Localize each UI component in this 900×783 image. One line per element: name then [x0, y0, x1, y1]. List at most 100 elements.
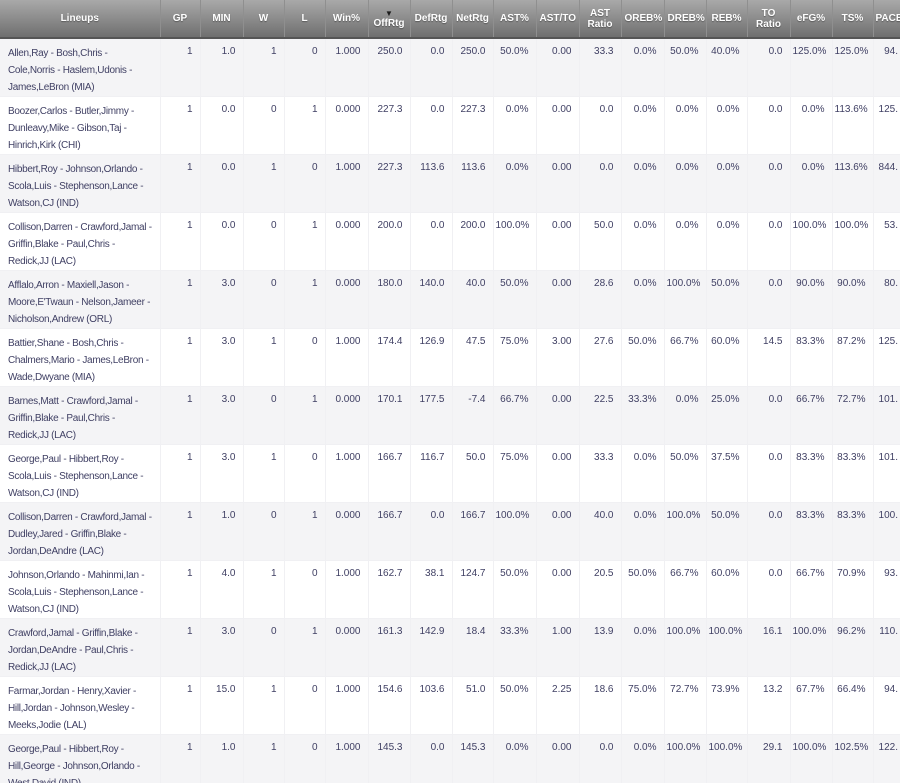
column-header-ast_ratio[interactable]: AST Ratio — [578, 0, 621, 39]
stat-cell-win_pct: 0.000 — [324, 386, 368, 445]
column-header-defrtg[interactable]: DefRtg — [409, 0, 452, 39]
column-header-gp[interactable]: GP — [159, 0, 200, 39]
stat-cell-ast_pct: 50.0% — [492, 560, 536, 619]
stat-cell-efg_pct: 100.0% — [789, 618, 832, 677]
stat-cell-offrtg: 166.7 — [367, 444, 410, 503]
stat-cell-gp: 1 — [159, 386, 200, 445]
stat-cell-min: 0.0 — [199, 212, 243, 271]
stat-cell-ts_pct: 83.3% — [831, 502, 873, 561]
stat-cell-dreb_pct: 50.0% — [663, 38, 706, 97]
column-header-efg_pct[interactable]: eFG% — [789, 0, 832, 39]
stat-cell-defrtg: 142.9 — [409, 618, 452, 677]
stat-cell-l: 1 — [283, 270, 325, 329]
table-row: Barnes,Matt - Crawford,Jamal - Griffin,B… — [0, 386, 900, 445]
stat-cell-ast_ratio: 40.0 — [578, 502, 621, 561]
stat-cell-w: 1 — [242, 676, 284, 735]
stat-cell-dreb_pct: 66.7% — [663, 328, 706, 387]
stat-cell-netrtg: 50.0 — [451, 444, 493, 503]
stat-cell-ast_to: 0.00 — [535, 386, 579, 445]
stat-cell-ast_to: 0.00 — [535, 444, 579, 503]
stat-cell-oreb_pct: 0.0% — [620, 154, 664, 213]
stat-cell-reb_pct: 50.0% — [705, 270, 747, 329]
column-header-min[interactable]: MIN — [199, 0, 243, 39]
stat-cell-w: 1 — [242, 328, 284, 387]
stat-cell-w: 0 — [242, 212, 284, 271]
column-header-to_ratio[interactable]: TO Ratio — [746, 0, 790, 39]
column-header-ts_pct[interactable]: TS% — [831, 0, 873, 39]
stat-cell-pace: 93. — [872, 560, 900, 619]
stat-cell-ast_to: 0.00 — [535, 154, 579, 213]
column-header-win_pct[interactable]: Win% — [324, 0, 368, 39]
stat-cell-pace: 122. — [872, 734, 900, 783]
stat-cell-netrtg: -7.4 — [451, 386, 493, 445]
stat-cell-to_ratio: 0.0 — [746, 444, 790, 503]
stat-cell-ast_to: 0.00 — [535, 270, 579, 329]
stat-cell-ts_pct: 70.9% — [831, 560, 873, 619]
stat-cell-defrtg: 177.5 — [409, 386, 452, 445]
column-header-dreb_pct[interactable]: DREB% — [663, 0, 706, 39]
stat-cell-w: 1 — [242, 444, 284, 503]
column-header-netrtg[interactable]: NetRtg — [451, 0, 493, 39]
column-header-ast_pct[interactable]: AST% — [492, 0, 536, 39]
stat-cell-to_ratio: 0.0 — [746, 502, 790, 561]
column-header-w[interactable]: W — [242, 0, 284, 39]
stat-cell-l: 1 — [283, 386, 325, 445]
stat-cell-ast_ratio: 13.9 — [578, 618, 621, 677]
stat-cell-win_pct: 1.000 — [324, 560, 368, 619]
stat-cell-ast_pct: 0.0% — [492, 734, 536, 783]
stat-cell-efg_pct: 83.3% — [789, 502, 832, 561]
stat-cell-reb_pct: 73.9% — [705, 676, 747, 735]
lineup-cell: George,Paul - Hibbert,Roy - Hill,George … — [0, 734, 160, 783]
stat-cell-efg_pct: 100.0% — [789, 212, 832, 271]
column-header-ast_to[interactable]: AST/TO — [535, 0, 579, 39]
table-header: Lineups GP MIN W L Win% ▼ OffRtg DefRtg NetRtg AST… — [0, 0, 900, 39]
column-header-offrtg[interactable]: ▼ OffRtg — [367, 0, 410, 39]
column-label: L — [301, 13, 308, 24]
stat-cell-defrtg: 140.0 — [409, 270, 452, 329]
stat-cell-reb_pct: 0.0% — [705, 212, 747, 271]
column-header-reb_pct[interactable]: REB% — [705, 0, 747, 39]
column-header-pace[interactable]: PACE — [872, 0, 900, 39]
stat-cell-oreb_pct: 75.0% — [620, 676, 664, 735]
stat-cell-pace: 101. — [872, 386, 900, 445]
stat-cell-efg_pct: 66.7% — [789, 386, 832, 445]
stat-cell-pace: 101. — [872, 444, 900, 503]
lineup-cell: Hibbert,Roy - Johnson,Orlando - Scola,Lu… — [0, 154, 160, 213]
stat-cell-reb_pct: 60.0% — [705, 560, 747, 619]
stat-cell-win_pct: 1.000 — [324, 154, 368, 213]
table-row: Crawford,Jamal - Griffin,Blake - Jordan,… — [0, 618, 900, 677]
stat-cell-ts_pct: 83.3% — [831, 444, 873, 503]
stat-cell-efg_pct: 0.0% — [789, 96, 832, 155]
stat-cell-min: 0.0 — [199, 154, 243, 213]
column-header-l[interactable]: L — [283, 0, 325, 39]
stat-cell-reb_pct: 40.0% — [705, 38, 747, 97]
table-row: Collison,Darren - Crawford,Jamal - Griff… — [0, 212, 900, 271]
stat-cell-w: 1 — [242, 734, 284, 783]
stat-cell-gp: 1 — [159, 38, 200, 97]
stat-cell-offrtg: 227.3 — [367, 154, 410, 213]
stat-cell-gp: 1 — [159, 270, 200, 329]
stat-cell-ast_ratio: 0.0 — [578, 154, 621, 213]
column-label: GP — [172, 13, 188, 24]
column-header-lineup[interactable]: Lineups — [0, 0, 160, 39]
lineup-cell: Boozer,Carlos - Butler,Jimmy - Dunleavy,… — [0, 96, 160, 155]
stat-cell-ast_ratio: 20.5 — [578, 560, 621, 619]
stat-cell-efg_pct: 125.0% — [789, 38, 832, 97]
stat-cell-ast_to: 3.00 — [535, 328, 579, 387]
stat-cell-ast_pct: 75.0% — [492, 328, 536, 387]
column-header-oreb_pct[interactable]: OREB% — [620, 0, 664, 39]
stat-cell-gp: 1 — [159, 502, 200, 561]
stat-cell-ast_pct: 66.7% — [492, 386, 536, 445]
table-row: Boozer,Carlos - Butler,Jimmy - Dunleavy,… — [0, 96, 900, 155]
table-row: Battier,Shane - Bosh,Chris - Chalmers,Ma… — [0, 328, 900, 387]
stat-cell-ts_pct: 96.2% — [831, 618, 873, 677]
stat-cell-defrtg: 0.0 — [409, 212, 452, 271]
stat-cell-min: 0.0 — [199, 96, 243, 155]
lineup-cell: Crawford,Jamal - Griffin,Blake - Jordan,… — [0, 618, 160, 677]
lineup-cell: Afflalo,Arron - Maxiell,Jason - Moore,E'… — [0, 270, 160, 329]
stat-cell-netrtg: 250.0 — [451, 38, 493, 97]
stat-cell-w: 0 — [242, 502, 284, 561]
column-label: eFG% — [796, 13, 826, 24]
stat-cell-win_pct: 1.000 — [324, 734, 368, 783]
stat-cell-ast_to: 1.00 — [535, 618, 579, 677]
